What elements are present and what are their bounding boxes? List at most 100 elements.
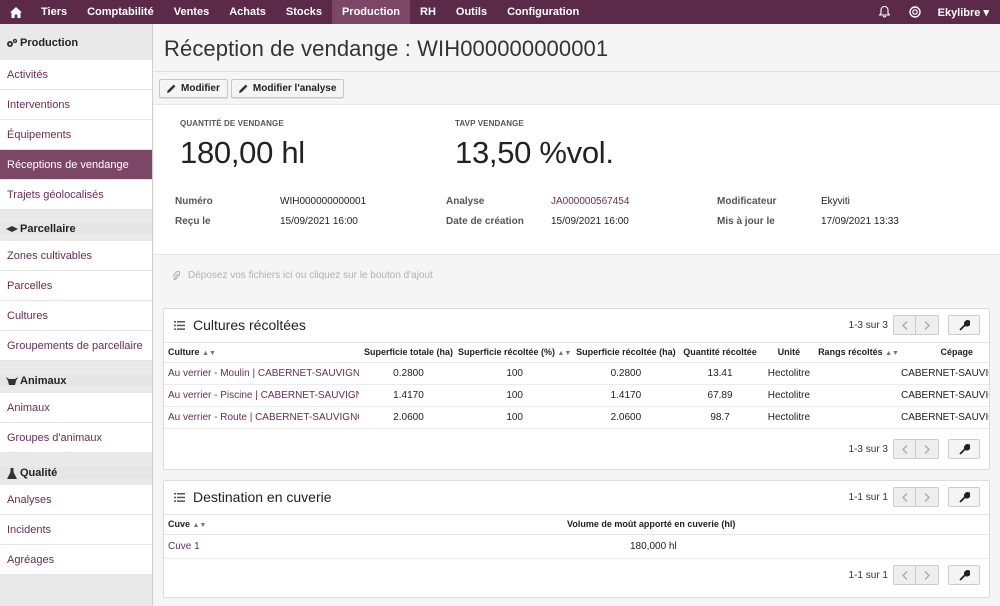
table-cell: 13.41 <box>680 362 760 385</box>
sidebar-item-receptions-vendange[interactable]: Réceptions de vendange <box>0 150 152 180</box>
next-page-button[interactable] <box>916 487 939 507</box>
sidebar-item-equipements[interactable]: Équipements <box>0 120 152 150</box>
field-label: Analyse <box>446 196 485 207</box>
file-dropzone[interactable]: Déposez vos fichiers ici ou cliquez sur … <box>154 254 1000 294</box>
edit-button-label: Modifier <box>181 82 220 94</box>
column-header-rangs[interactable]: Rangs récoltés ▲▼ <box>818 343 899 363</box>
kpi-label: TAVP vendange <box>455 119 524 128</box>
user-menu[interactable]: Ekylibre ▾ <box>930 6 1000 19</box>
top-navbar: Tiers Comptabilité Ventes Achats Stocks … <box>0 0 1000 24</box>
table-row: Cuve 1 180,000 hl <box>164 534 989 559</box>
nav-achats[interactable]: Achats <box>219 0 276 24</box>
pagination-count: 1-3 sur 3 <box>848 319 888 331</box>
nav-production[interactable]: Production <box>331 0 411 24</box>
next-page-button[interactable] <box>916 565 939 585</box>
table-cell: 100 <box>457 362 572 385</box>
column-header-label: Superficie totale (ha) <box>363 347 453 358</box>
sidebar-item-groupements[interactable]: Groupements de parcellaire <box>0 331 152 361</box>
table-settings-button[interactable] <box>948 565 980 585</box>
column-header-label: Superficie récoltée (ha) <box>576 347 676 358</box>
sidebar: Production Activités Interventions Équip… <box>0 24 153 606</box>
reception-summary: Quantité de vendange 180,00 hl TAVP vend… <box>154 104 1000 254</box>
table-cell: Hectolitre <box>759 384 819 407</box>
nav-outils[interactable]: Outils <box>446 0 497 24</box>
sidebar-section-title: Qualité <box>20 467 58 479</box>
sidebar-item-incidents[interactable]: Incidents <box>0 515 152 545</box>
user-name: Ekylibre <box>937 6 981 19</box>
chevron-left-icon <box>901 570 907 580</box>
table-settings-button[interactable] <box>948 439 980 459</box>
nav-stocks[interactable]: Stocks <box>276 0 332 24</box>
sidebar-item-groupes-animaux[interactable]: Groupes d'animaux <box>0 423 152 453</box>
field-value: 17/09/2021 13:33 <box>821 216 899 227</box>
column-header-superficie-totale: Superficie totale (ha) <box>359 343 458 363</box>
prev-page-button[interactable] <box>893 439 916 459</box>
sidebar-item-cultures[interactable]: Cultures <box>0 301 152 331</box>
sidebar-item-parcelles[interactable]: Parcelles <box>0 271 152 301</box>
column-header-culture[interactable]: Culture ▲▼ <box>164 343 359 363</box>
bell-icon[interactable] <box>870 0 900 24</box>
sort-icon: ▲▼ <box>192 522 207 530</box>
edit-analysis-button[interactable]: Modifier l'analyse <box>230 78 345 98</box>
culture-link[interactable]: Au verrier - Route | CABERNET-SAUVIGNO..… <box>164 406 359 429</box>
table-cell: 0.2800 <box>359 362 458 385</box>
list-icon <box>174 493 185 502</box>
nav-ventes[interactable]: Ventes <box>164 0 219 24</box>
sidebar-item-trajets[interactable]: Trajets géolocalisés <box>0 180 152 210</box>
analysis-link[interactable]: JA000000567454 <box>551 196 629 207</box>
kpi-quantite: Quantité de vendange 180,00 hl <box>180 119 305 171</box>
pencil-icon <box>238 84 248 93</box>
nav-rh[interactable]: RH <box>410 0 446 24</box>
prev-page-button[interactable] <box>893 487 916 507</box>
next-page-button[interactable] <box>916 315 939 335</box>
kpi-value: 13,50 %vol. <box>455 135 614 170</box>
edit-button[interactable]: Modifier <box>159 78 228 98</box>
column-header-label: Cuve <box>168 519 191 530</box>
nav-tiers[interactable]: Tiers <box>31 0 77 24</box>
nav-configuration[interactable]: Configuration <box>497 0 589 24</box>
table-header-row: Culture ▲▼ Superficie totale (ha) Superf… <box>164 343 989 363</box>
cow-icon <box>5 376 18 387</box>
table-settings-button[interactable] <box>948 315 980 335</box>
help-lifebuoy-icon[interactable] <box>900 0 930 24</box>
field-label: Numéro <box>175 196 213 207</box>
next-page-button[interactable] <box>916 439 939 459</box>
table-cell: CABERNET-SAUVIG <box>899 362 989 385</box>
sidebar-item-agreages[interactable]: Agréages <box>0 545 152 575</box>
sidebar-item-interventions[interactable]: Interventions <box>0 90 152 120</box>
table-cell: 1.4170 <box>359 384 458 407</box>
prev-page-button[interactable] <box>893 315 916 335</box>
sidebar-spacer <box>0 24 152 34</box>
field-label: Reçu le <box>175 216 211 227</box>
sidebar-item-activites[interactable]: Activités <box>0 60 152 90</box>
column-header-volume: Volume de moût apporté en cuverie (hl) <box>464 515 989 535</box>
kpi-tavp: TAVP vendange 13,50 %vol. <box>455 119 614 171</box>
culture-link[interactable]: Au verrier - Piscine | CABERNET-SAUVIGN.… <box>164 384 359 407</box>
column-header-label: Superficie récoltée (%) <box>457 347 555 358</box>
dropzone-text: Déposez vos fichiers ici ou cliquez sur … <box>188 270 433 281</box>
culture-link[interactable]: Au verrier - Moulin | CABERNET-SAUVIGNO.… <box>164 362 359 385</box>
field-label: Date de création <box>446 216 524 227</box>
table-cell: CABERNET-SAUVIG <box>899 384 989 407</box>
sort-icon: ▲▼ <box>202 350 216 358</box>
nav-comptabilite[interactable]: Comptabilité <box>77 0 164 24</box>
sidebar-section-title: Parcellaire <box>20 223 76 235</box>
wrench-icon <box>958 491 970 503</box>
column-header-quantite: Quantité récoltée <box>680 343 760 363</box>
column-header-cuve[interactable]: Cuve ▲▼ <box>164 515 464 535</box>
sidebar-item-analyses[interactable]: Analyses <box>0 485 152 515</box>
wrench-icon <box>958 443 970 455</box>
sidebar-item-animaux[interactable]: Animaux <box>0 393 152 423</box>
column-header-cepage: Cépage <box>899 343 989 363</box>
edit-analysis-button-label: Modifier l'analyse <box>252 82 337 94</box>
column-header-label: Cépage <box>940 347 973 358</box>
list-icon <box>174 321 185 330</box>
cuve-link[interactable]: Cuve 1 <box>164 534 464 559</box>
field-value: 15/09/2021 16:00 <box>280 216 358 227</box>
prev-page-button[interactable] <box>893 565 916 585</box>
sidebar-item-zones[interactable]: Zones cultivables <box>0 241 152 271</box>
home-icon[interactable] <box>0 0 31 24</box>
column-header-superficie-recoltee-pct[interactable]: Superficie récoltée (%) ▲▼ <box>457 343 572 363</box>
table-settings-button[interactable] <box>948 487 980 507</box>
sidebar-section-parcellaire: Parcellaire <box>0 223 152 235</box>
